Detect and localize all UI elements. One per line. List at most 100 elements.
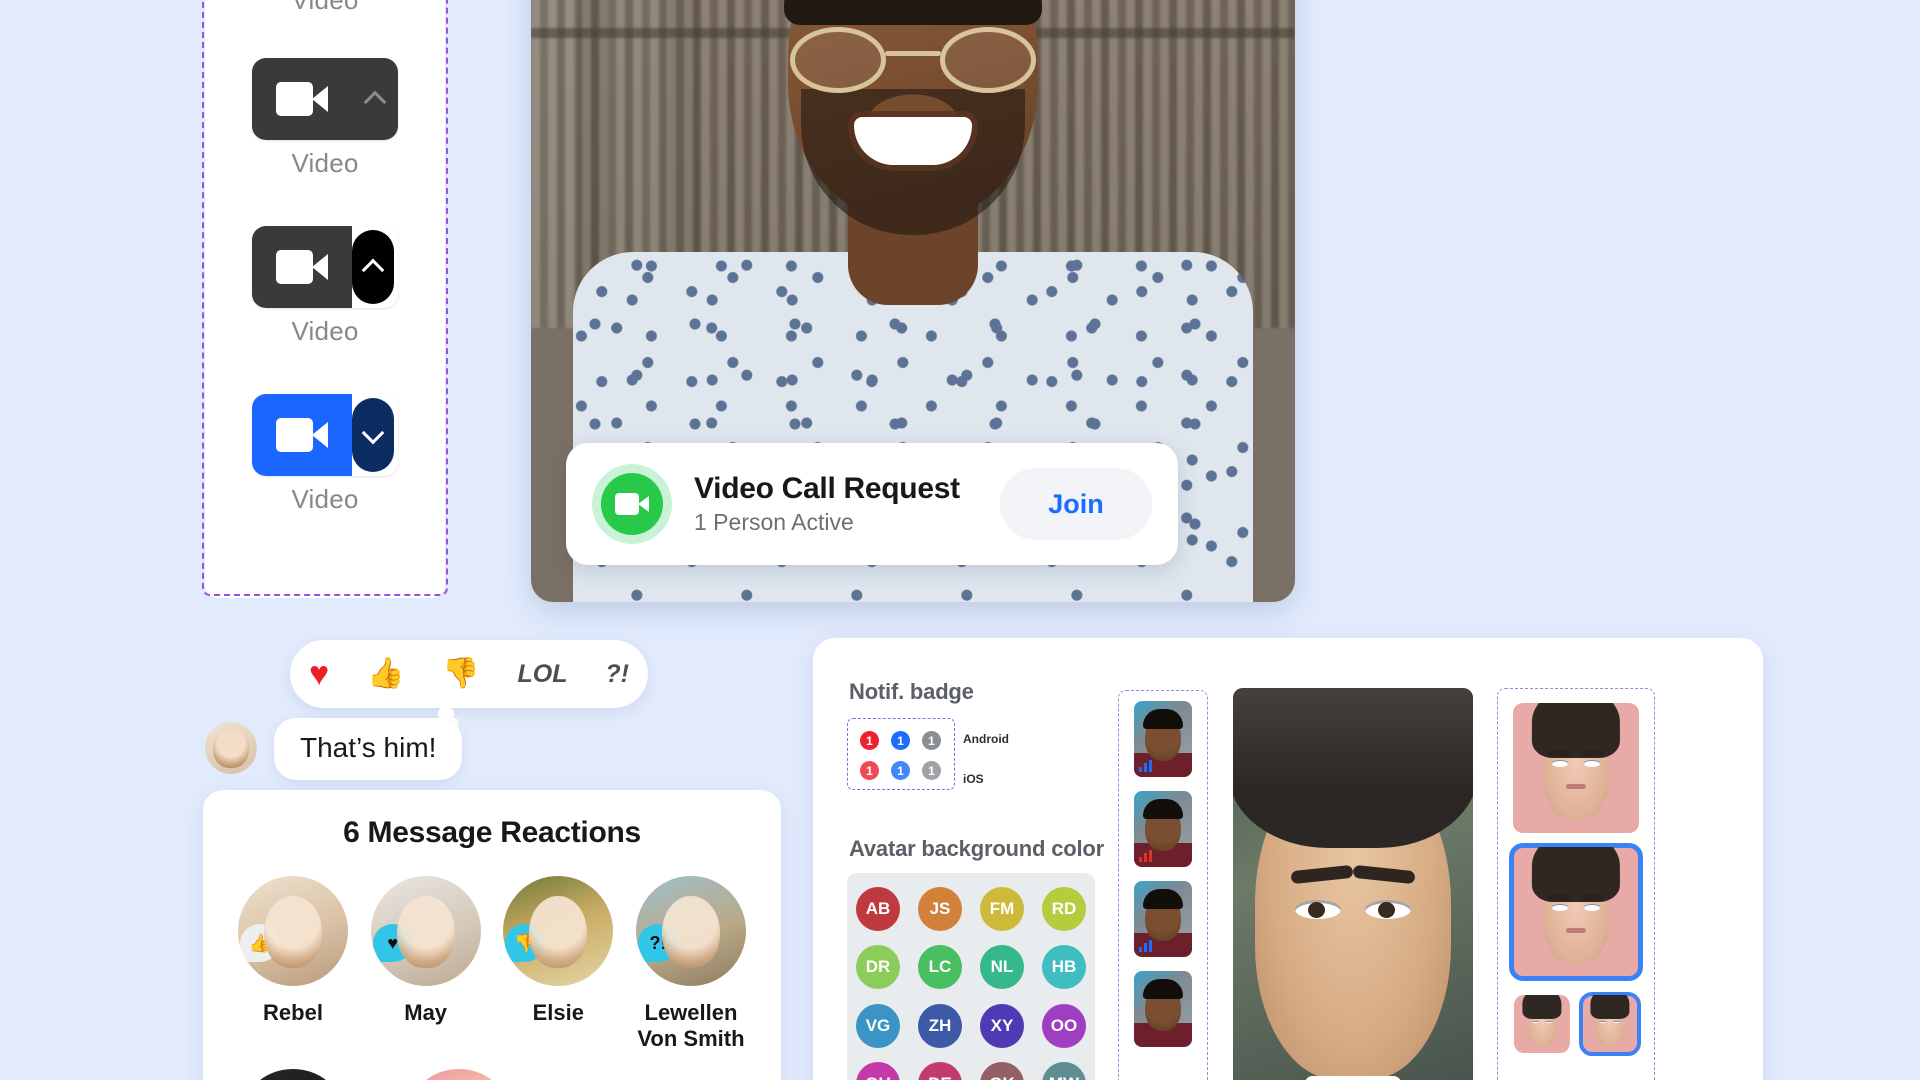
avatar-chip[interactable]: XY: [980, 1003, 1024, 1048]
video-button-3-label: Video: [291, 484, 359, 514]
notif-badge-title: Notif. badge: [849, 679, 974, 704]
avatar: [205, 722, 257, 774]
video-camera-icon: [601, 473, 663, 535]
participant-hair: [784, 0, 1042, 25]
call-toast-text: Video Call Request 1 Person Active: [694, 472, 1000, 536]
video-button-1[interactable]: [252, 58, 398, 140]
list-item[interactable]: 👍 Rebel: [237, 876, 349, 1053]
reaction-person-name: Rebel: [263, 1000, 323, 1025]
video-camera-icon: [276, 418, 328, 452]
shock-reaction-icon[interactable]: ?!: [605, 661, 629, 687]
avatar-size-variants: [1497, 688, 1655, 1080]
avatar: ?!: [635, 876, 746, 986]
chevron-down-icon[interactable]: [352, 398, 394, 472]
lol-reaction-icon[interactable]: LOL: [518, 661, 568, 687]
video-button-item-0[interactable]: Video: [205, 0, 445, 16]
list-item[interactable]: ♥ May: [370, 876, 482, 1053]
video-button-2[interactable]: [252, 226, 398, 308]
chevron-up-icon[interactable]: [352, 230, 394, 304]
thumbs-down-reaction-icon[interactable]: 👎: [442, 659, 479, 689]
avatar-chip[interactable]: HB: [1042, 945, 1086, 990]
list-item[interactable]: [1134, 881, 1192, 957]
status-badge: 1: [891, 761, 910, 780]
avatar-chip[interactable]: JS: [918, 887, 962, 931]
video-camera-icon: [276, 250, 328, 284]
chevron-up-icon[interactable]: [352, 58, 398, 140]
avatar-chip[interactable]: ZH: [918, 1003, 962, 1048]
message-reactions-panel: 6 Message Reactions 👍 Rebel ♥ May 👎 Elsi…: [203, 790, 781, 1080]
list-item[interactable]: [1134, 791, 1192, 867]
reaction-picker[interactable]: ♥ 👍 👎 LOL ?!: [290, 640, 648, 708]
avatar: [238, 1068, 348, 1080]
avatar-chip[interactable]: NL: [980, 945, 1024, 990]
video-button-item-2[interactable]: Video: [205, 226, 445, 347]
video-call-preview: Video Call Request 1 Person Active Join: [531, 0, 1295, 602]
thumbs-up-reaction-icon[interactable]: 👍: [367, 659, 404, 689]
video-button-1-main[interactable]: [252, 58, 352, 140]
video-call-request-card[interactable]: Video Call Request 1 Person Active Join: [566, 443, 1178, 565]
avatar-chip[interactable]: MW: [1042, 1061, 1086, 1080]
reactions-grid-row-2: [203, 1053, 781, 1080]
signal-bars-icon: [1139, 850, 1153, 862]
avatar-chip[interactable]: VG: [856, 1003, 900, 1048]
notif-badge-row-android: 1 1 1: [860, 731, 941, 750]
glasses-icon: [790, 26, 1036, 93]
avatar-chip[interactable]: OO: [1042, 1003, 1086, 1048]
avatar-chip[interactable]: DR: [856, 945, 900, 990]
video-button-0-label: Video: [291, 0, 359, 15]
avatar-chip[interactable]: FM: [980, 887, 1024, 931]
avatar-chip[interactable]: RD: [1042, 887, 1086, 931]
avatar: [404, 1068, 514, 1080]
video-button-3-main[interactable]: [252, 394, 352, 476]
avatar-chip[interactable]: DE: [918, 1061, 962, 1080]
join-button[interactable]: Join: [1000, 468, 1152, 540]
status-badge: 1: [891, 731, 910, 750]
avatar-chip[interactable]: AB: [856, 887, 900, 931]
page-title: 6 Message Reactions: [343, 816, 641, 849]
reaction-person-name: Elsie: [532, 1000, 584, 1025]
avatar-variant-small-selected[interactable]: [1579, 992, 1641, 1056]
video-button-3[interactable]: [252, 394, 398, 476]
participant-head: [784, 0, 1042, 235]
avatar: ♥: [370, 876, 481, 986]
thumbs-up-reaction-icon: 👍: [240, 924, 280, 962]
call-toast-subtitle: 1 Person Active: [694, 509, 854, 535]
reaction-person-name: Lewellen Von Smith: [637, 1000, 745, 1052]
avatar-chip[interactable]: LC: [918, 945, 962, 990]
video-button-item-3[interactable]: Video: [205, 394, 445, 515]
notif-badge-row-ios: 1 1 1: [860, 761, 941, 780]
notif-badge-group: 1 1 1 1 1 1: [847, 718, 955, 790]
avatar: 👍: [238, 876, 348, 986]
list-item[interactable]: [1134, 701, 1192, 777]
large-portrait-preview: [1233, 688, 1473, 1080]
video-button-stack: Video Video Video Video: [205, 0, 445, 598]
call-icon-container: [592, 464, 672, 544]
call-toast-title: Video Call Request: [694, 472, 960, 505]
video-button-2-main[interactable]: [252, 226, 352, 308]
design-canvas: Video Video Video Video Video Call Reque…: [0, 0, 1920, 1080]
heart-reaction-icon[interactable]: ♥: [309, 657, 329, 691]
photo-thumbnail-list: [1118, 690, 1208, 1080]
list-item[interactable]: [403, 1068, 515, 1080]
list-item[interactable]: [1134, 971, 1192, 1047]
avatar-variant-large[interactable]: [1513, 703, 1639, 833]
avatar-variant-selected[interactable]: [1509, 843, 1643, 981]
components-panel: Notif. badge 1 1 1 1 1 1 Android iOS Ava…: [813, 638, 1763, 1080]
reaction-person-name: May: [404, 1000, 448, 1025]
avatar: 👎: [503, 876, 614, 986]
status-badge: 1: [922, 731, 941, 750]
status-badge: 1: [922, 761, 941, 780]
list-item[interactable]: 👎 Elsie: [502, 876, 614, 1053]
status-badge: 1: [860, 731, 879, 750]
list-item[interactable]: [237, 1068, 349, 1080]
message-bubble[interactable]: That’s him!: [274, 718, 463, 780]
platform-label-ios: iOS: [963, 772, 984, 786]
list-item[interactable]: ?! Lewellen Von Smith: [635, 876, 747, 1053]
video-button-2-label: Video: [291, 316, 359, 346]
video-button-item-1[interactable]: Video: [205, 58, 445, 179]
avatar-chip[interactable]: QU: [856, 1061, 900, 1080]
avatar-variant-small[interactable]: [1514, 995, 1570, 1053]
reactions-grid: 👍 Rebel ♥ May 👎 Elsie ?! Lewellen Von Sm…: [203, 850, 781, 1053]
avatar-chip[interactable]: GK: [980, 1061, 1024, 1080]
video-camera-icon: [276, 82, 328, 116]
